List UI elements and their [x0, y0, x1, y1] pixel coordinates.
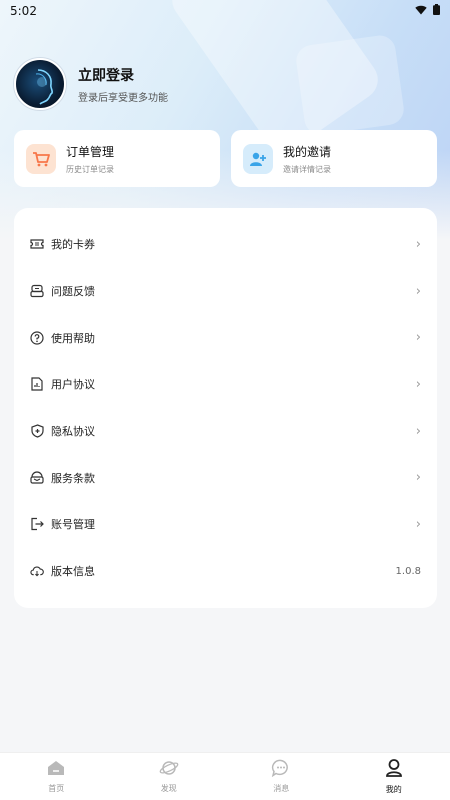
ticket-icon: [30, 237, 44, 251]
profile-section[interactable]: 立即登录 登录后享受更多功能: [14, 58, 168, 110]
login-title[interactable]: 立即登录: [78, 65, 168, 85]
my-invite-card[interactable]: 我的邀请 邀请详情记录: [231, 130, 437, 187]
bottom-tab-bar: 首页 发现 消息 我的: [0, 752, 450, 800]
menu-label: 服务条款: [51, 471, 95, 485]
logout-icon: [30, 517, 44, 531]
menu-item-user-agreement[interactable]: 用户协议 ›: [14, 361, 437, 408]
help-icon: [30, 331, 44, 345]
feedback-icon: [30, 284, 44, 298]
menu-label: 使用帮助: [51, 331, 95, 345]
avatar[interactable]: [14, 58, 66, 110]
chevron-right-icon: ›: [415, 516, 421, 532]
quick-cards: 订单管理 历史订单记录 我的邀请 邀请详情记录: [14, 130, 437, 187]
settings-menu: 我的卡券 › 问题反馈 › 使用帮助 › 用户协议 › 隐私协议 › 服务条款 …: [14, 208, 437, 608]
menu-label: 账号管理: [51, 518, 95, 532]
tab-discover[interactable]: 发现: [113, 753, 226, 800]
login-subtitle: 登录后享受更多功能: [78, 92, 168, 104]
header-background: [0, 0, 450, 240]
menu-item-help[interactable]: 使用帮助 ›: [14, 314, 437, 361]
document-icon: [30, 377, 44, 392]
tab-home[interactable]: 首页: [0, 753, 113, 800]
user-icon: [384, 758, 404, 782]
planet-icon: [159, 759, 179, 781]
invite-card-subtitle: 邀请详情记录: [283, 164, 331, 174]
status-time: 5:02: [10, 4, 37, 18]
add-user-icon: [243, 143, 273, 174]
chevron-right-icon: ›: [415, 236, 421, 252]
chevron-right-icon: ›: [415, 470, 421, 486]
menu-item-privacy[interactable]: 隐私协议 ›: [14, 408, 437, 455]
tab-mine[interactable]: 我的: [338, 753, 450, 800]
menu-item-feedback[interactable]: 问题反馈 ›: [14, 268, 437, 315]
invite-card-title: 我的邀请: [283, 144, 332, 159]
order-management-card[interactable]: 订单管理 历史订单记录: [14, 130, 220, 187]
menu-label: 问题反馈: [51, 285, 95, 299]
menu-item-version[interactable]: 版本信息 1.0.8: [14, 548, 437, 595]
tab-messages[interactable]: 消息: [225, 753, 338, 800]
status-bar: 5:02: [0, 0, 450, 22]
version-number: 1.0.8: [395, 565, 421, 577]
tab-label: 发现: [160, 784, 177, 793]
wifi-icon: [415, 4, 427, 18]
menu-label: 用户协议: [51, 378, 95, 392]
tab-label: 首页: [48, 784, 65, 793]
shield-icon: [30, 424, 44, 438]
tab-label: 我的: [385, 785, 402, 794]
menu-item-coupons[interactable]: 我的卡券 ›: [14, 221, 437, 268]
menu-item-account[interactable]: 账号管理 ›: [14, 501, 437, 548]
menu-label: 版本信息: [51, 565, 95, 579]
order-card-title: 订单管理: [66, 144, 115, 159]
chevron-right-icon: ›: [415, 376, 421, 392]
menu-item-terms[interactable]: 服务条款 ›: [14, 454, 437, 501]
order-card-subtitle: 历史订单记录: [66, 164, 114, 174]
cloud-icon: [30, 564, 44, 578]
tab-label: 消息: [273, 784, 290, 793]
chat-icon: [271, 759, 291, 781]
menu-label: 隐私协议: [51, 425, 95, 439]
chevron-right-icon: ›: [415, 423, 421, 439]
home-icon: [46, 759, 66, 781]
battery-icon: [433, 4, 440, 18]
chevron-right-icon: ›: [415, 283, 421, 299]
service-icon: [30, 471, 44, 485]
menu-label: 我的卡券: [51, 238, 95, 252]
chevron-right-icon: ›: [415, 330, 421, 346]
cart-icon: [26, 143, 56, 174]
